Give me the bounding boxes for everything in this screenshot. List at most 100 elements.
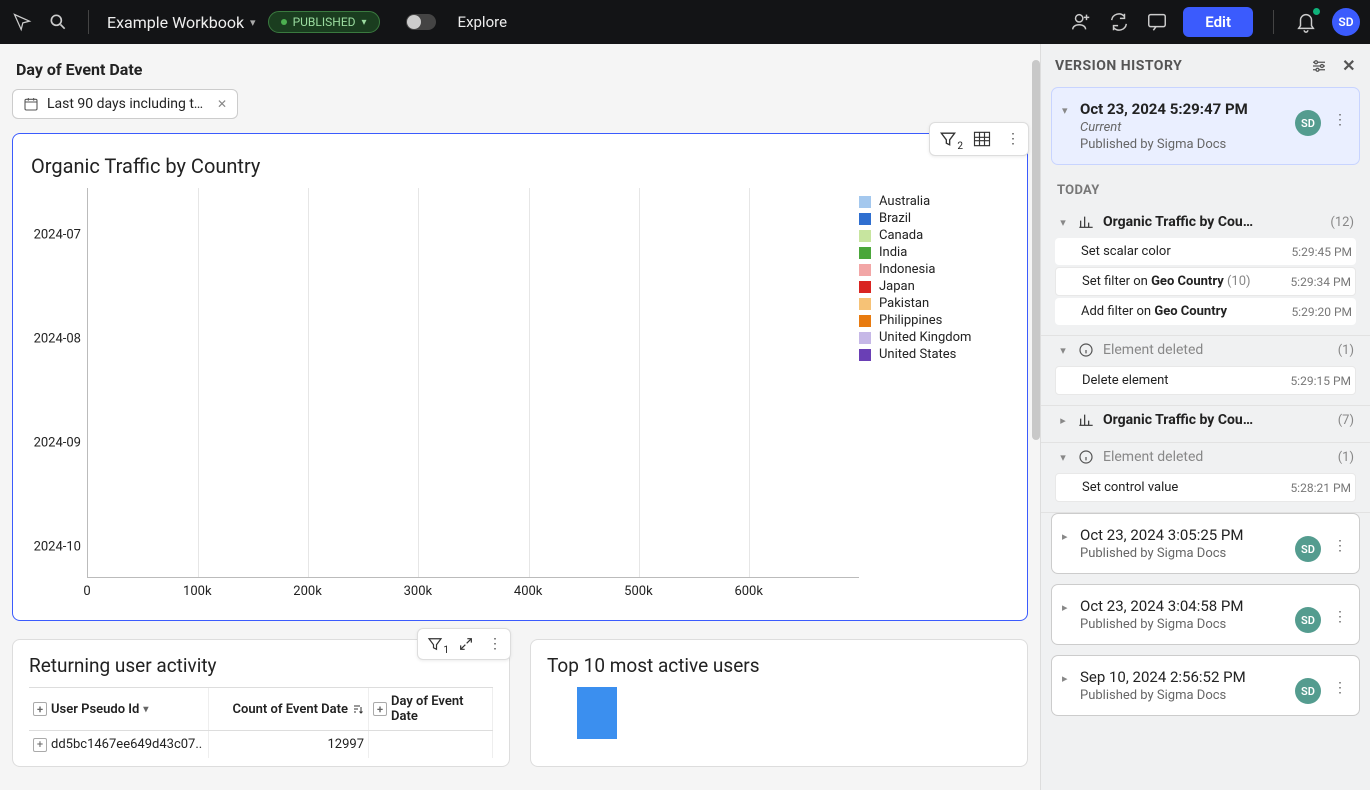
filter-icon[interactable]: 1 — [426, 635, 444, 653]
search-icon[interactable] — [46, 10, 70, 34]
more-icon[interactable]: ⋮ — [1006, 131, 1020, 147]
clear-filter-icon[interactable]: ✕ — [217, 97, 227, 111]
app-logo-icon[interactable] — [10, 10, 34, 34]
history-group-label: Organic Traffic by Cou… — [1103, 214, 1322, 230]
workbook-title-text: Example Workbook — [107, 13, 244, 32]
filter-icon[interactable]: 2 — [938, 129, 958, 149]
version-card-current[interactable]: ▾ Oct 23, 2024 5:29:47 PM Current Publis… — [1051, 87, 1360, 165]
chevron-icon: ▸ — [1057, 414, 1069, 427]
y-axis-tick: 2024-07 — [34, 228, 81, 243]
filter-count: 1 — [443, 645, 449, 656]
history-group-label: Element deleted — [1103, 449, 1330, 465]
col-header[interactable]: User Pseudo Id — [51, 702, 139, 717]
history-group-count: (12) — [1330, 215, 1354, 230]
history-item[interactable]: Set scalar color5:29:45 PM — [1055, 238, 1356, 265]
legend-item[interactable]: Brazil — [859, 211, 1009, 226]
legend-swatch-icon — [859, 247, 871, 259]
version-card[interactable]: ▸ Oct 23, 2024 3:04:58 PM Published by S… — [1051, 584, 1360, 645]
table-header: + User Pseudo Id ▾ Count of Event Date +… — [29, 687, 493, 731]
history-group-header[interactable]: ▾ Element deleted (1) — [1055, 336, 1356, 364]
history-group-count: (1) — [1338, 450, 1354, 465]
scrollbar[interactable] — [1032, 60, 1040, 440]
table-row[interactable]: + dd5bc1467ee649d43c07.. 12997 — [29, 731, 493, 758]
table-icon[interactable] — [972, 129, 992, 149]
history-item[interactable]: Set filter on Geo Country (10)5:29:34 PM — [1055, 267, 1356, 296]
chart-icon — [1077, 412, 1095, 428]
status-badge[interactable]: PUBLISHED ▾ — [268, 11, 380, 33]
chevron-right-icon[interactable]: ▸ — [1062, 672, 1068, 685]
expand-column-icon[interactable]: + — [33, 702, 47, 716]
history-item-text: Set control value — [1082, 480, 1282, 495]
legend-item[interactable]: United Kingdom — [859, 330, 1009, 345]
explore-toggle[interactable] — [406, 14, 436, 30]
history-group-header[interactable]: ▸ Organic Traffic by Cou… (7) — [1055, 406, 1356, 434]
version-published-by: Published by Sigma Docs — [1080, 137, 1347, 152]
history-item-time: 5:29:45 PM — [1291, 245, 1352, 259]
workbook-title[interactable]: Example Workbook ▾ — [107, 13, 256, 32]
user-avatar[interactable]: SD — [1332, 8, 1360, 36]
cell-value: 12997 — [209, 731, 369, 758]
status-dot-icon — [281, 19, 287, 25]
expand-icon[interactable] — [458, 636, 474, 652]
history-group-count: (1) — [1338, 343, 1354, 358]
chart-card[interactable]: 2 ⋮ Organic Traffic by Country 2024-0720… — [12, 133, 1028, 621]
more-icon[interactable]: ⋮ — [1333, 609, 1347, 625]
add-user-icon[interactable] — [1069, 10, 1093, 34]
legend-item[interactable]: United States — [859, 347, 1009, 362]
legend-item[interactable]: Pakistan — [859, 296, 1009, 311]
history-group-label: Element deleted — [1103, 342, 1330, 358]
settings-icon[interactable] — [1310, 57, 1328, 75]
more-icon[interactable]: ⋮ — [1333, 538, 1347, 554]
legend-item[interactable]: Japan — [859, 279, 1009, 294]
history-item[interactable]: Delete element5:29:15 PM — [1055, 366, 1356, 395]
more-icon[interactable]: ⋮ — [488, 636, 502, 652]
divider — [88, 10, 89, 34]
date-filter-chip[interactable]: Last 90 days including to… ✕ — [12, 89, 238, 119]
chevron-icon: ▾ — [1057, 451, 1069, 464]
chevron-right-icon[interactable]: ▸ — [1062, 530, 1068, 543]
notifications-icon[interactable] — [1294, 10, 1318, 34]
history-item-time: 5:29:20 PM — [1291, 305, 1352, 319]
close-icon[interactable]: ✕ — [1342, 56, 1356, 75]
legend-item[interactable]: Australia — [859, 194, 1009, 209]
refresh-icon[interactable] — [1107, 10, 1131, 34]
more-icon[interactable]: ⋮ — [1333, 680, 1347, 696]
returning-users-card[interactable]: 1 ⋮ Returning user activity + User Pseud… — [12, 639, 510, 767]
sort-desc-icon[interactable] — [352, 703, 364, 715]
grid-line — [529, 188, 530, 577]
grid-line — [308, 188, 309, 577]
grid-line — [418, 188, 419, 577]
col-header[interactable]: Day of Event Date — [391, 694, 488, 724]
legend-swatch-icon — [859, 213, 871, 225]
history-group-header[interactable]: ▾ Element deleted (1) — [1055, 443, 1356, 471]
legend-swatch-icon — [859, 264, 871, 276]
legend-item[interactable]: Canada — [859, 228, 1009, 243]
comment-icon[interactable] — [1145, 10, 1169, 34]
chevron-right-icon[interactable]: ▸ — [1062, 601, 1068, 614]
grid-line — [198, 188, 199, 577]
top-bar: Example Workbook ▾ PUBLISHED ▾ Explore E… — [0, 0, 1370, 44]
edit-button[interactable]: Edit — [1183, 7, 1253, 37]
legend-item[interactable]: Philippines — [859, 313, 1009, 328]
version-card[interactable]: ▸ Sep 10, 2024 2:56:52 PM Published by S… — [1051, 655, 1360, 716]
x-axis-tick: 400k — [514, 584, 543, 599]
legend-item[interactable]: India — [859, 245, 1009, 260]
history-item[interactable]: Add filter on Geo Country5:29:20 PM — [1055, 298, 1356, 325]
top-users-card[interactable]: Top 10 most active users — [530, 639, 1028, 767]
cell-value: dd5bc1467ee649d43c07.. — [51, 737, 202, 752]
chevron-icon: ▾ — [1057, 344, 1069, 357]
more-icon[interactable]: ⋮ — [1333, 112, 1347, 128]
chevron-down-icon[interactable]: ▾ — [1062, 104, 1068, 117]
expand-row-icon[interactable]: + — [33, 738, 47, 752]
expand-column-icon[interactable]: + — [373, 702, 387, 716]
legend-item[interactable]: Indonesia — [859, 262, 1009, 277]
panel-title: VERSION HISTORY — [1055, 58, 1182, 74]
chevron-down-icon[interactable]: ▾ — [143, 704, 148, 715]
x-axis-tick: 100k — [183, 584, 212, 599]
divider — [1273, 10, 1274, 34]
history-item[interactable]: Set control value5:28:21 PM — [1055, 473, 1356, 502]
col-header[interactable]: Count of Event Date — [233, 702, 348, 717]
version-card[interactable]: ▸ Oct 23, 2024 3:05:25 PM Published by S… — [1051, 513, 1360, 574]
x-axis-tick: 500k — [624, 584, 653, 599]
history-group-header[interactable]: ▾ Organic Traffic by Cou… (12) — [1055, 208, 1356, 236]
